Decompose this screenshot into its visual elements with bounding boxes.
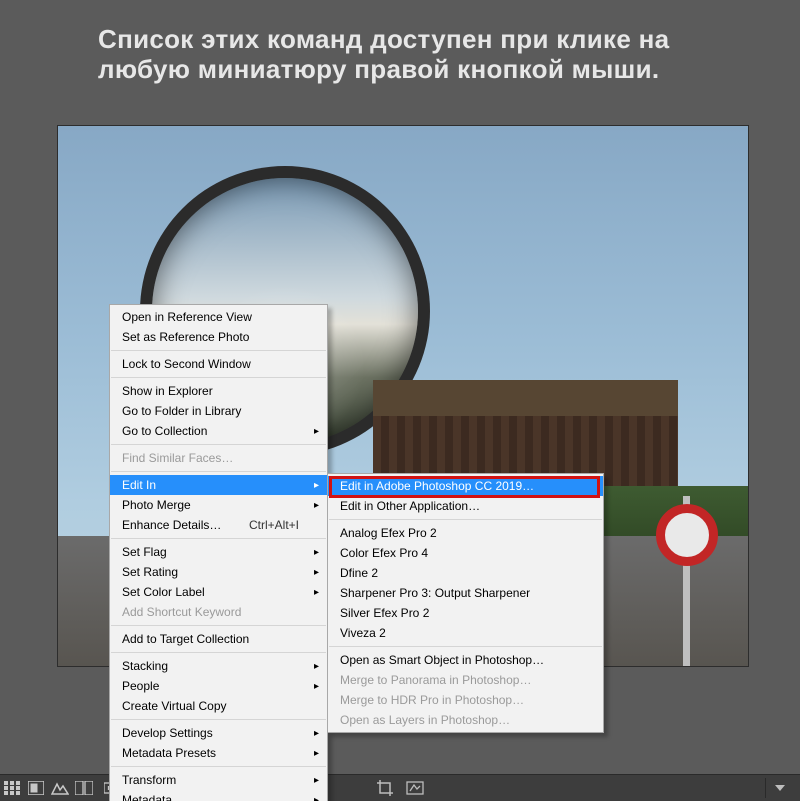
menu-separator [329, 646, 602, 647]
submenu-sharpener[interactable]: Sharpener Pro 3: Output Sharpener [328, 583, 603, 603]
menu-photo-merge[interactable]: Photo Merge [110, 495, 327, 515]
compare-view-icon[interactable] [48, 776, 72, 800]
menu-separator [111, 766, 326, 767]
menu-create-virtual-copy[interactable]: Create Virtual Copy [110, 696, 327, 716]
toolbar-options-dropdown[interactable] [765, 778, 794, 798]
menu-develop-settings[interactable]: Develop Settings [110, 723, 327, 743]
submenu-open-smart-object[interactable]: Open as Smart Object in Photoshop… [328, 650, 603, 670]
submenu-dfine[interactable]: Dfine 2 [328, 563, 603, 583]
menu-set-color-label[interactable]: Set Color Label [110, 582, 327, 602]
loupe-view-icon[interactable] [24, 776, 48, 800]
menu-separator [111, 444, 326, 445]
menu-show-in-explorer[interactable]: Show in Explorer [110, 381, 327, 401]
menu-lock-second-window[interactable]: Lock to Second Window [110, 354, 327, 374]
submenu-silver-efex[interactable]: Silver Efex Pro 2 [328, 603, 603, 623]
menu-go-to-collection[interactable]: Go to Collection [110, 421, 327, 441]
menu-separator [111, 652, 326, 653]
menu-enhance-details-shortcut: Ctrl+Alt+I [249, 518, 299, 532]
submenu-color-efex[interactable]: Color Efex Pro 4 [328, 543, 603, 563]
menu-separator [111, 625, 326, 626]
menu-enhance-details[interactable]: Enhance Details… Ctrl+Alt+I [110, 515, 327, 535]
menu-enhance-details-label: Enhance Details… [122, 518, 221, 532]
menu-stacking[interactable]: Stacking [110, 656, 327, 676]
menu-edit-in[interactable]: Edit In [110, 475, 327, 495]
menu-separator [329, 519, 602, 520]
submenu-merge-hdr: Merge to HDR Pro in Photoshop… [328, 690, 603, 710]
grid-view-icon[interactable] [0, 776, 24, 800]
menu-separator [111, 350, 326, 351]
crop-tool-icon[interactable] [375, 778, 395, 798]
submenu-edit-in-other[interactable]: Edit in Other Application… [328, 496, 603, 516]
menu-separator [111, 377, 326, 378]
menu-add-shortcut-keyword: Add Shortcut Keyword [110, 602, 327, 622]
survey-view-icon[interactable] [72, 776, 96, 800]
menu-separator [111, 538, 326, 539]
menu-metadata-presets[interactable]: Metadata Presets [110, 743, 327, 763]
menu-open-reference-view[interactable]: Open in Reference View [110, 307, 327, 327]
page-caption: Список этих команд доступен при клике на… [98, 24, 750, 84]
edit-in-submenu: Edit in Adobe Photoshop CC 2019… Edit in… [327, 473, 604, 733]
menu-separator [111, 471, 326, 472]
menu-find-similar-faces: Find Similar Faces… [110, 448, 327, 468]
soft-proof-icon[interactable] [405, 778, 425, 798]
menu-set-reference-photo[interactable]: Set as Reference Photo [110, 327, 327, 347]
submenu-merge-panorama: Merge to Panorama in Photoshop… [328, 670, 603, 690]
menu-people[interactable]: People [110, 676, 327, 696]
menu-set-flag[interactable]: Set Flag [110, 542, 327, 562]
submenu-viveza[interactable]: Viveza 2 [328, 623, 603, 643]
menu-set-rating[interactable]: Set Rating [110, 562, 327, 582]
prohibition-sign [656, 504, 718, 566]
context-menu: Open in Reference View Set as Reference … [109, 304, 328, 801]
submenu-analog-efex[interactable]: Analog Efex Pro 2 [328, 523, 603, 543]
menu-metadata[interactable]: Metadata [110, 790, 327, 801]
menu-separator [111, 719, 326, 720]
submenu-edit-in-photoshop[interactable]: Edit in Adobe Photoshop CC 2019… [328, 476, 603, 496]
menu-transform[interactable]: Transform [110, 770, 327, 790]
menu-add-to-target-collection[interactable]: Add to Target Collection [110, 629, 327, 649]
submenu-open-as-layers: Open as Layers in Photoshop… [328, 710, 603, 730]
menu-go-to-folder[interactable]: Go to Folder in Library [110, 401, 327, 421]
